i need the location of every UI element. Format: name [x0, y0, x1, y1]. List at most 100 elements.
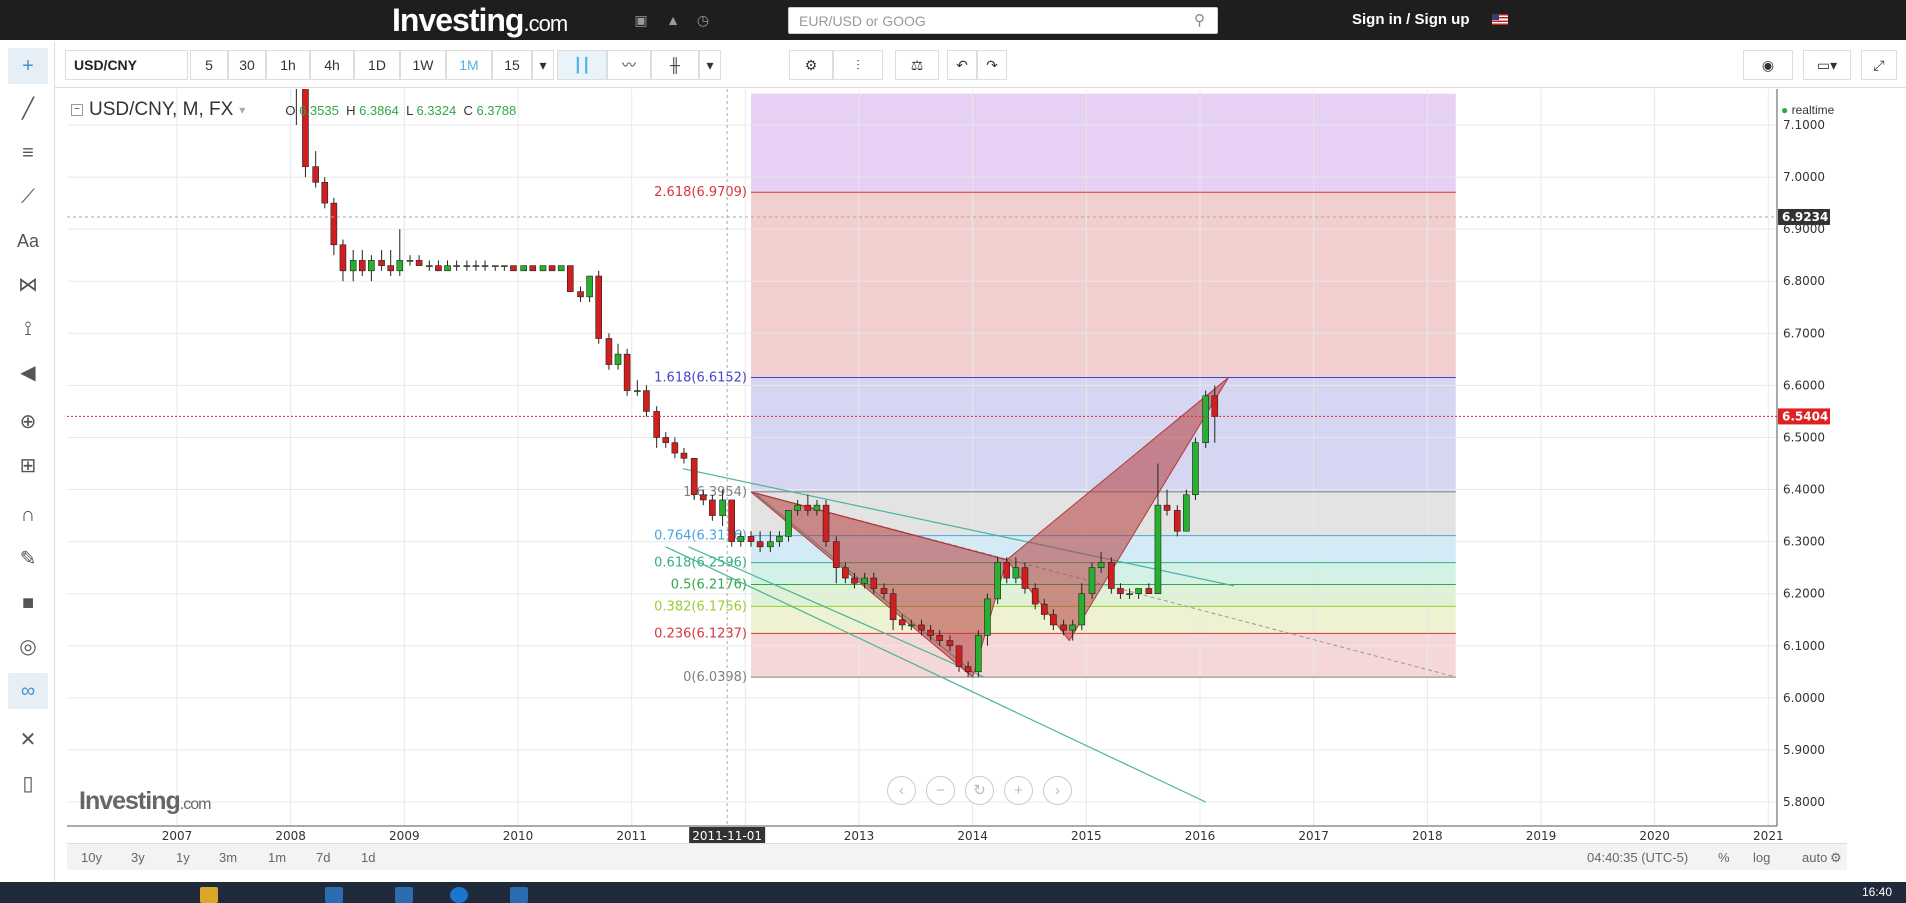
candle-body: [481, 265, 489, 267]
scroll-left-button[interactable]: ‹: [887, 776, 916, 805]
interval-1d[interactable]: 1D: [354, 50, 400, 80]
search-icon[interactable]: ⚲: [1194, 11, 1205, 29]
clock-time: 04:40:35 (UTC-5): [1587, 850, 1689, 865]
zoom-out-button[interactable]: −: [926, 776, 955, 805]
candle-body: [737, 536, 745, 542]
percent-toggle[interactable]: %: [1718, 850, 1730, 865]
auto-toggle[interactable]: auto: [1802, 850, 1827, 865]
folder-icon[interactable]: [200, 887, 218, 903]
line-chart-icon[interactable]: 〰: [607, 50, 651, 80]
scroll-right-button[interactable]: ›: [1043, 776, 1072, 805]
measure-icon[interactable]: ⟟: [8, 311, 48, 347]
redo-icon[interactable]: ↷: [977, 50, 1007, 80]
crosshair-price-tag: 6.9234: [1782, 210, 1828, 224]
price-tick-label: 6.2000: [1783, 587, 1825, 601]
range-3m[interactable]: 3m: [219, 850, 237, 865]
interval-dropdown-icon[interactable]: ▾: [532, 50, 554, 80]
undo-icon[interactable]: ↶: [947, 50, 977, 80]
investing-logo[interactable]: Investing.com: [392, 2, 568, 39]
range-1d[interactable]: 1d: [361, 850, 375, 865]
interval-30[interactable]: 30: [228, 50, 266, 80]
clock-icon[interactable]: ◷: [695, 12, 711, 28]
reset-zoom-button[interactable]: ↻: [965, 776, 994, 805]
eye-hidden-icon[interactable]: ◎: [8, 629, 48, 665]
chart-legend: − USD/CNY, M, FX ▾ O 6.3535 H 6.3864 L 6…: [71, 99, 516, 121]
arrow-icon[interactable]: ◀: [8, 355, 48, 391]
year-tick-label: 2010: [503, 829, 534, 843]
text-tool-icon[interactable]: Aa: [8, 223, 48, 259]
sign-in-link[interactable]: Sign in / Sign up: [1352, 11, 1470, 28]
range-1y[interactable]: 1y: [176, 850, 190, 865]
app-icon[interactable]: [325, 887, 343, 903]
chart-type-dropdown-icon[interactable]: ▾: [699, 50, 721, 80]
settings-gear-icon[interactable]: ⚙: [1830, 850, 1842, 866]
interval-4h[interactable]: 4h: [310, 50, 354, 80]
symbol-input[interactable]: USD/CNY: [65, 50, 188, 80]
candle-body: [557, 265, 565, 272]
candle-body: [709, 499, 716, 516]
chart-canvas[interactable]: 2.618(6.9709)1.618(6.6152)1(6.3954)0.764…: [67, 89, 1847, 869]
drawing-toolbar: + ╱ ≡ ⟋ Aa ⋈ ⟟ ◀ ⊕ ⊞ ∩ ✎ ■ ◎ ∞ ✕ ▯: [0, 42, 55, 882]
candle-body: [794, 504, 801, 511]
browser-icon[interactable]: [450, 887, 468, 903]
price-axis: [1777, 89, 1845, 843]
fullscreen-icon[interactable]: ⤢: [1861, 50, 1897, 80]
bars-icon[interactable]: ╫: [651, 50, 699, 80]
interval-15[interactable]: 15: [492, 50, 532, 80]
crosshair-icon[interactable]: +: [8, 48, 48, 84]
ruler-icon[interactable]: ⊞: [8, 448, 48, 484]
zoom-in-button[interactable]: +: [1004, 776, 1033, 805]
trend-line-icon[interactable]: ╱: [8, 91, 48, 127]
pencil-icon[interactable]: ✎: [8, 541, 48, 577]
range-3y[interactable]: 3y: [131, 850, 145, 865]
price-chart[interactable]: 2.618(6.9709) 1.618(6.6152) 1(6.3954) 0.764…: [67, 89, 1847, 869]
range-7d[interactable]: 7d: [316, 850, 330, 865]
search-input[interactable]: EUR/USD or GOOG: [788, 7, 1218, 34]
candle-body: [605, 338, 613, 365]
year-tick-label: 2017: [1298, 829, 1329, 843]
candle-body: [946, 640, 954, 647]
candle-body: [634, 390, 641, 392]
candle-body: [861, 577, 868, 584]
magnet-icon[interactable]: ∩: [8, 497, 48, 533]
pitchfork-icon[interactable]: ⟋: [8, 179, 48, 215]
range-1m[interactable]: 1m: [268, 850, 286, 865]
pattern-icon[interactable]: ⋈: [8, 267, 48, 303]
trash-icon[interactable]: ▯: [8, 766, 48, 802]
candle-body: [1088, 567, 1096, 594]
tools-icon[interactable]: ✕: [8, 722, 48, 758]
candle-body: [1135, 588, 1142, 594]
collapse-icon[interactable]: −: [71, 104, 83, 116]
candle-body: [918, 624, 925, 631]
interval-5[interactable]: 5: [190, 50, 228, 80]
legend-dropdown-icon[interactable]: ▾: [239, 103, 245, 117]
interval-1w[interactable]: 1W: [400, 50, 446, 80]
candle-body: [851, 577, 858, 584]
link-icon[interactable]: ∞: [8, 673, 48, 709]
last-price-tag: 6.5404: [1782, 409, 1828, 423]
candles-icon[interactable]: ┃┃: [557, 50, 607, 80]
candle-body: [936, 635, 944, 641]
lock-icon[interactable]: ■: [8, 585, 48, 621]
horizontal-lines-icon[interactable]: ≡: [8, 135, 48, 171]
compare-icon[interactable]: ⚖: [895, 50, 939, 80]
zoom-icon[interactable]: ⊕: [8, 404, 48, 440]
range-10y[interactable]: 10y: [81, 850, 102, 865]
gear-icon[interactable]: ⚙: [789, 50, 833, 80]
portfolio-icon[interactable]: ▣: [633, 12, 649, 28]
camera-icon[interactable]: ◉: [1743, 50, 1793, 80]
price-tick-label: 6.7000: [1783, 326, 1825, 340]
candle-body: [1003, 562, 1011, 579]
candle-body: [426, 265, 433, 267]
us-flag-icon[interactable]: [1492, 14, 1508, 25]
layout-icon[interactable]: ▭▾: [1803, 50, 1851, 80]
range-bar: 10y 3y 1y 3m 1m 7d 1d 04:40:35 (UTC-5) %…: [67, 843, 1847, 870]
app-icon[interactable]: [395, 887, 413, 903]
app-icon[interactable]: [510, 887, 528, 903]
interval-1m[interactable]: 1M: [446, 50, 492, 80]
bell-icon[interactable]: ▲: [665, 12, 681, 28]
indicators-icon[interactable]: ⫶: [833, 50, 883, 80]
interval-1h[interactable]: 1h: [266, 50, 310, 80]
candle-body: [984, 598, 991, 636]
log-toggle[interactable]: log: [1753, 850, 1770, 865]
